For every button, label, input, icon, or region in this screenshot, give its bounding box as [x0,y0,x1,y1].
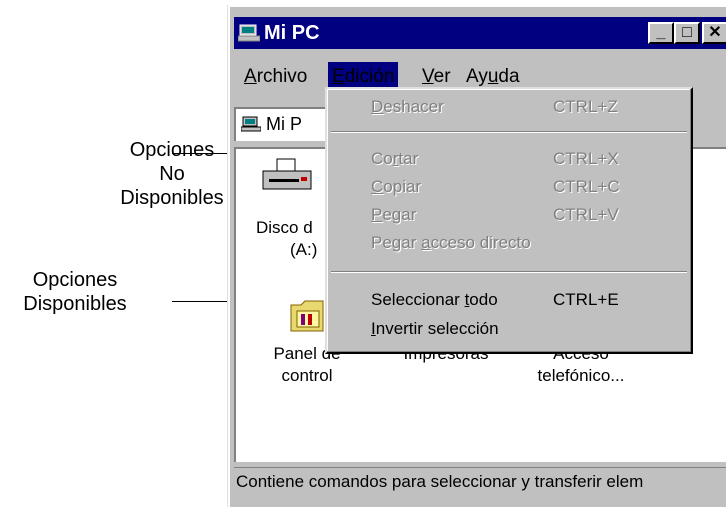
control-panel-icon [290,300,324,332]
menu-item-seleccionar-todo[interactable]: Seleccionar todo CTRL+E [327,286,691,314]
menu-item-pegar-acceso-directo: Pegar acceso directo [371,233,531,252]
floppy-drive-item[interactable]: Disco d (A:) [242,155,332,261]
shortcut-label: CTRL+V [553,205,619,224]
annotation-unavailable: Opciones No Disponibles [120,139,224,209]
title-bar[interactable]: Mi PC _ □ ✕ [234,17,726,49]
shortcut-label: CTRL+E [553,290,619,309]
toolbar-buttons [688,107,726,141]
minimize-button[interactable]: _ [648,22,674,44]
address-value: Mi P [266,114,302,134]
window-title: Mi PC [264,22,320,44]
menu-separator [331,271,687,273]
control-panel-label-2: control [281,366,333,385]
floppy-drive-label-2: (A:) [290,240,318,259]
floppy-drive-label-1: Disco d [256,218,313,237]
maximize-button[interactable]: □ [674,22,700,44]
menu-item-cortar: Cortar CTRL+X [327,145,691,173]
floppy-drive-icon [262,158,312,190]
status-bar: Contiene comandos para seleccionar y tra… [234,467,726,496]
menu-archivo[interactable]: Archivo [240,62,311,92]
dial-up-label-2: telefónico... [537,366,625,385]
address-bar[interactable]: Mi P [234,107,334,141]
edit-menu-dropdown: Deshacer CTRL+Z Cortar CTRL+X Copiar CTR… [325,87,693,354]
computer-icon [238,24,260,42]
annotation-available: Opciones Disponibles [23,269,127,315]
menu-item-pegar: Pegar CTRL+V [327,201,691,229]
menu-separator [331,131,687,133]
menu-item-copiar: Copiar CTRL+C [327,173,691,201]
menu-item-deshacer: Deshacer CTRL+Z [327,93,691,121]
menu-item-invertir-seleccion[interactable]: Invertir selección [327,315,691,343]
computer-icon [241,116,261,132]
shortcut-label: CTRL+Z [553,97,618,116]
shortcut-label: CTRL+X [553,149,619,168]
close-button[interactable]: ✕ [702,22,726,44]
shortcut-label: CTRL+C [553,177,620,196]
